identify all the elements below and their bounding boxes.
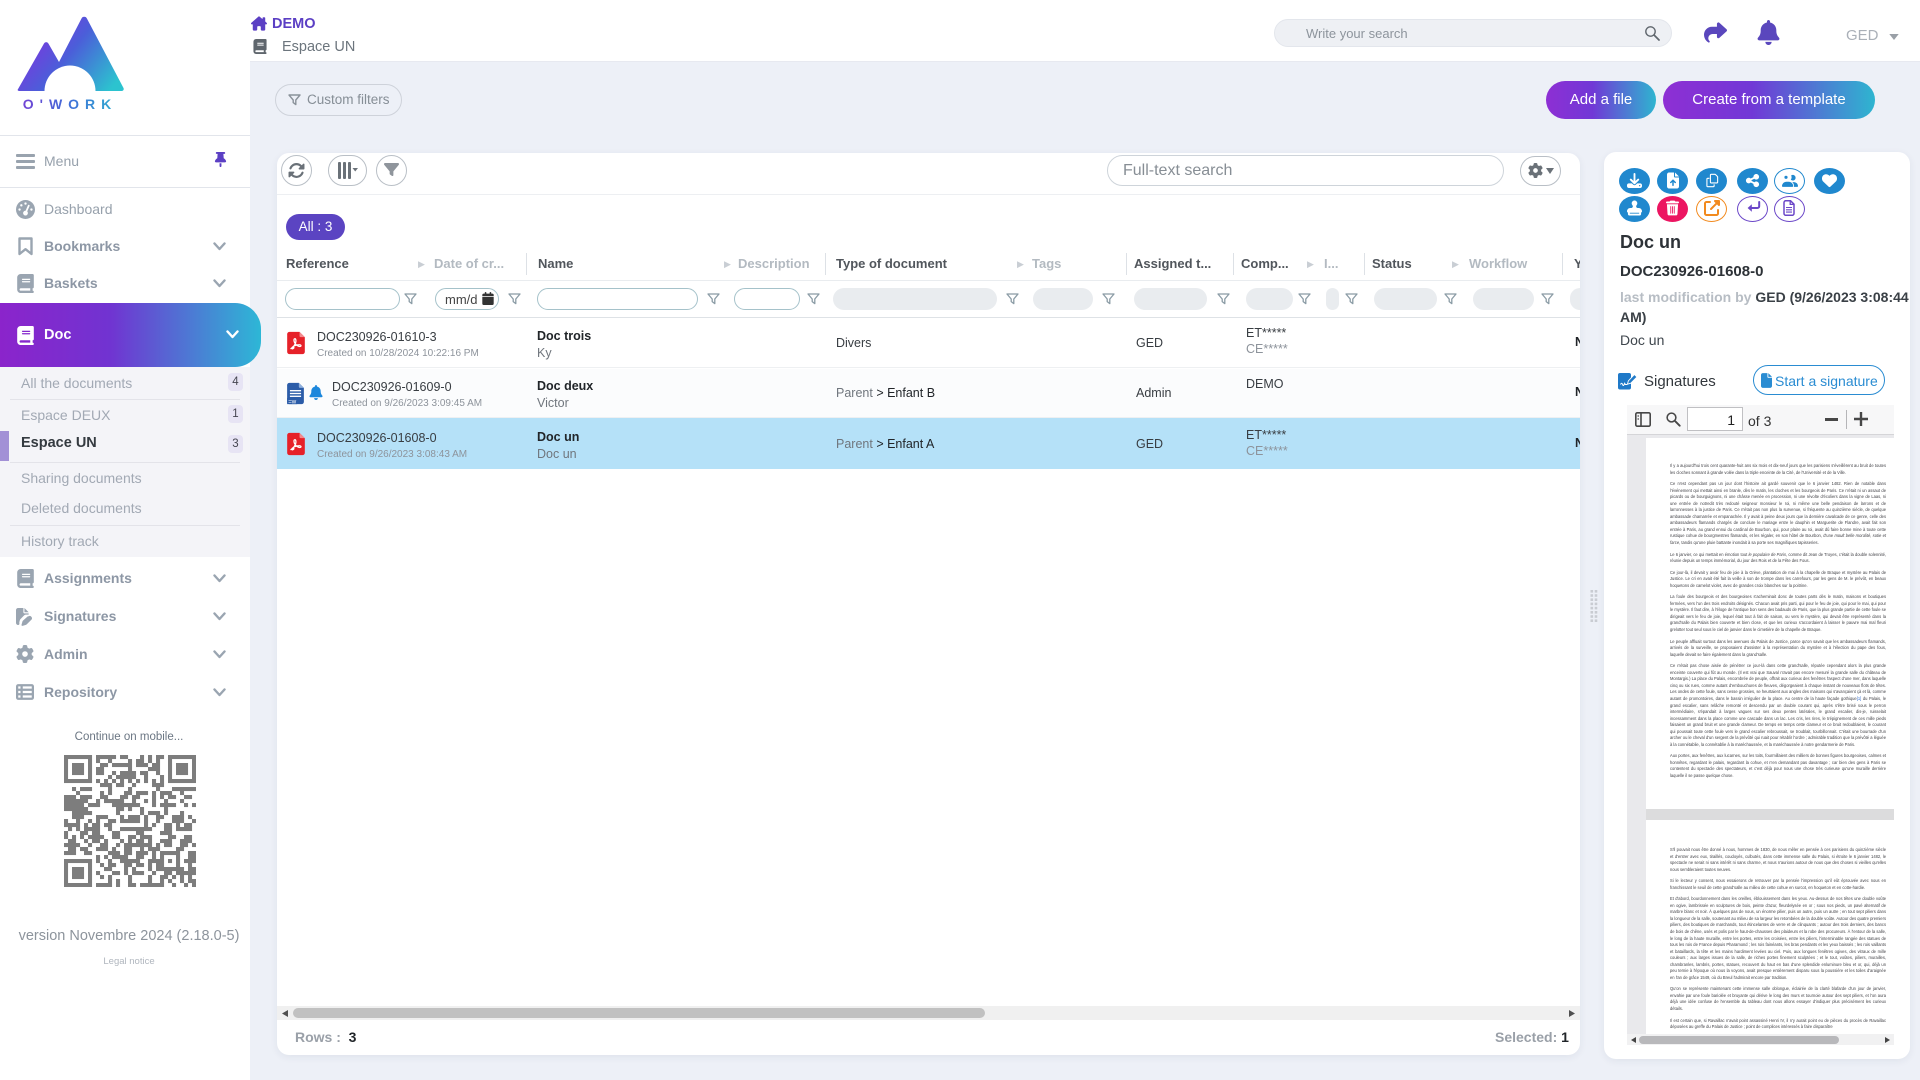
svg-text:=w: =w [288,399,297,406]
